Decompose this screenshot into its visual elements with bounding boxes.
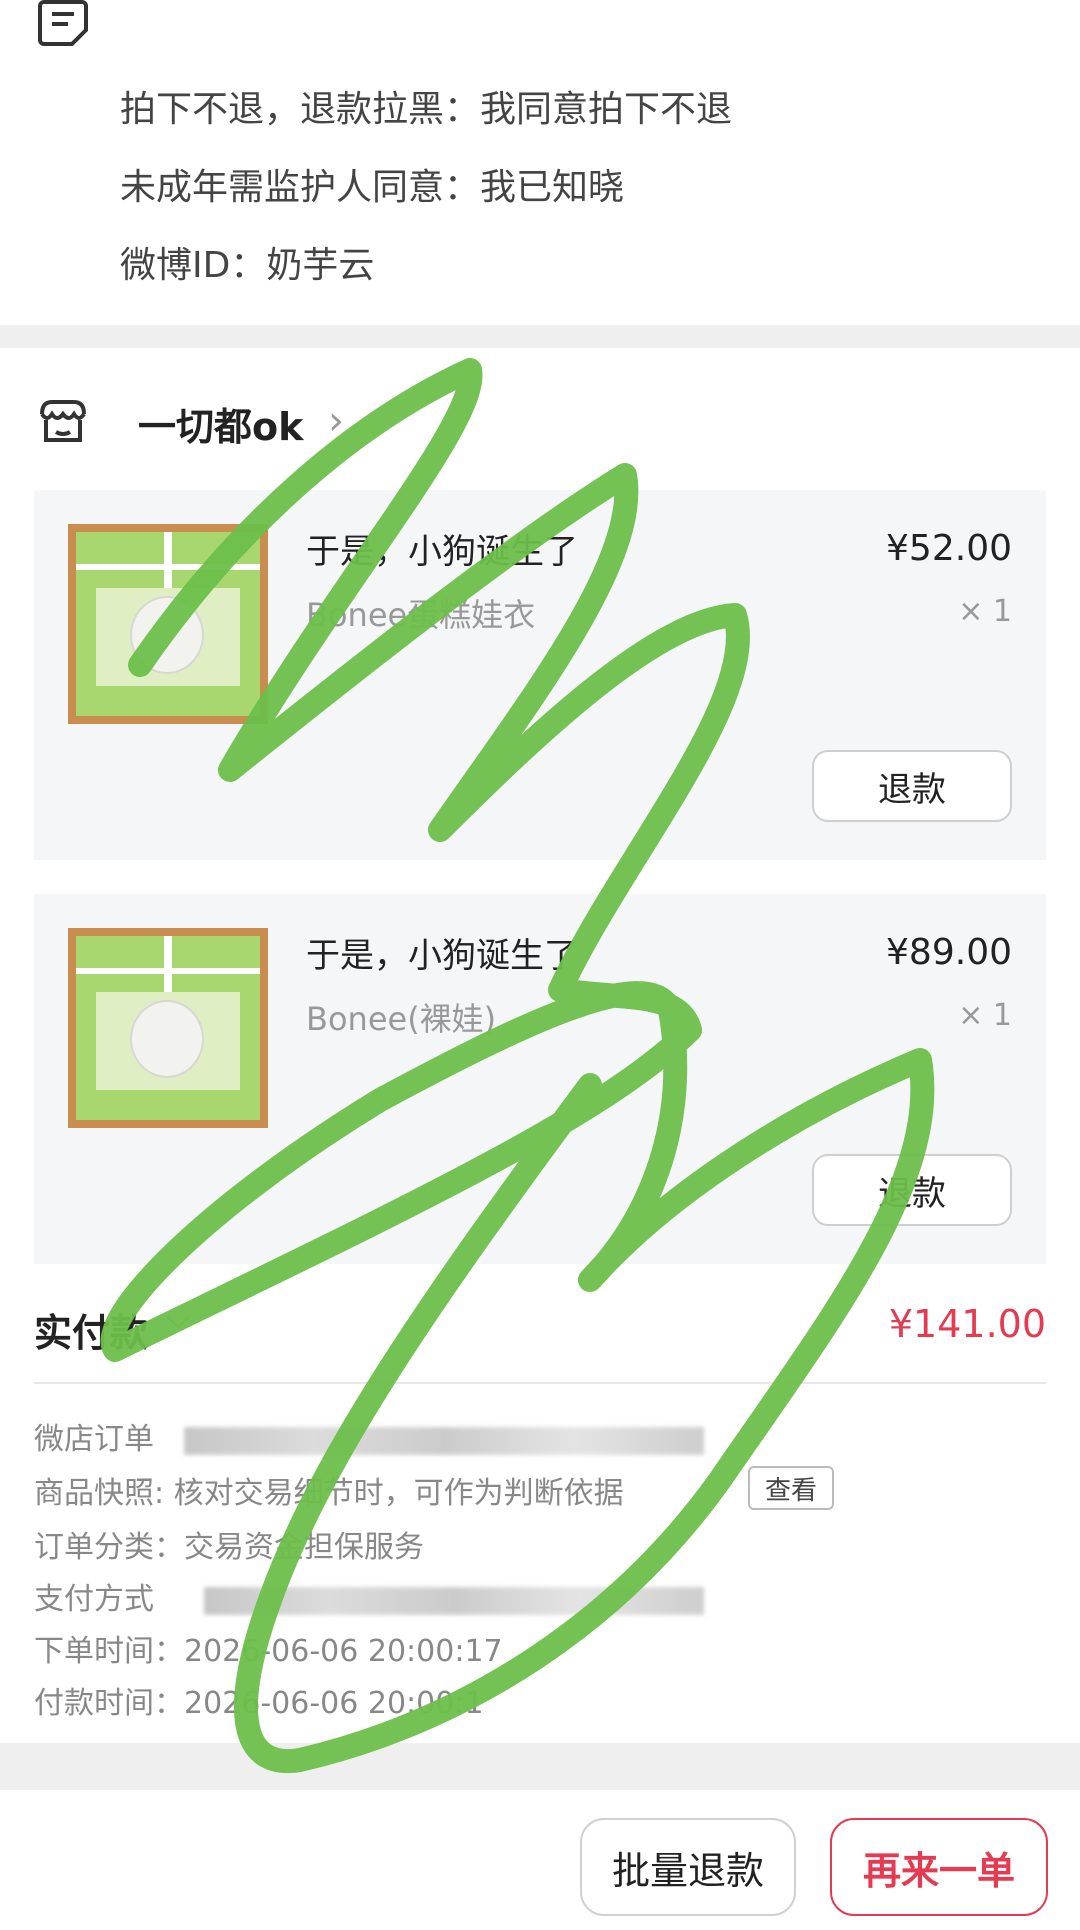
note-line-2: 未成年需监护人同意：我已知晓 (120, 167, 625, 208)
note-card: 拍下不退，退款拉黑：我同意拍下不退 未成年需监护人同意：我已知晓 微博ID：奶芋… (0, 0, 1080, 325)
order-number-label: 微店订单 (34, 1422, 154, 1457)
refund-button[interactable]: 退款 (812, 750, 1012, 822)
reorder-button[interactable]: 再来一单 (830, 1818, 1048, 1916)
order-number-row: 微店订单 (34, 1414, 704, 1458)
chevron-right-icon[interactable]: › (328, 398, 344, 444)
view-snapshot-button[interactable]: 查看 (748, 1466, 834, 1510)
item-price: ¥89.00 (886, 932, 1012, 973)
item-quantity: × 1 (958, 998, 1012, 1033)
snapshot-row: 商品快照: 核对交易细节时，可作为判断依据 (34, 1476, 624, 1511)
store-name[interactable]: 一切都ok (138, 396, 303, 451)
payment-method-label: 支付方式 (34, 1582, 154, 1617)
payment-method-row: 支付方式 (34, 1574, 704, 1618)
order-item[interactable]: 于是，小狗诞生了 Bonee蛋糕娃衣 ¥52.00 × 1 退款 (34, 490, 1046, 860)
product-thumbnail[interactable] (68, 928, 268, 1128)
note-line-1: 拍下不退，退款拉黑：我同意拍下不退 (120, 89, 733, 130)
item-title: 于是，小狗诞生了 (306, 936, 578, 976)
item-variant: Bonee蛋糕娃衣 (306, 596, 536, 634)
payment-time: 付款时间：2026-06-06 20:00:1 (34, 1686, 484, 1721)
paid-amount: ¥141.00 (888, 1302, 1046, 1346)
redacted-payment-method (203, 1586, 704, 1615)
note-line-3: 微博ID：奶芋云 (120, 245, 375, 286)
order-item[interactable]: 于是，小狗诞生了 Bonee(裸娃) ¥89.00 × 1 退款 (34, 894, 1046, 1264)
chevron-down-icon[interactable]: ⌵ (166, 1298, 190, 1337)
item-quantity: × 1 (958, 594, 1012, 629)
note-icon (38, 0, 88, 46)
item-title: 于是，小狗诞生了 (306, 532, 578, 572)
store-icon (40, 400, 86, 442)
batch-refund-button[interactable]: 批量退款 (580, 1818, 796, 1916)
redacted-order-number (183, 1426, 704, 1455)
product-thumbnail[interactable] (68, 524, 268, 724)
divider (34, 1382, 1046, 1384)
paid-label[interactable]: 实付款 (34, 1302, 148, 1357)
order-time: 下单时间：2026-06-06 20:00:17 (34, 1634, 503, 1669)
item-price: ¥52.00 (886, 528, 1012, 569)
order-category: 订单分类：交易资金担保服务 (34, 1530, 424, 1565)
refund-button[interactable]: 退款 (812, 1154, 1012, 1226)
item-variant: Bonee(裸娃) (306, 1000, 497, 1038)
